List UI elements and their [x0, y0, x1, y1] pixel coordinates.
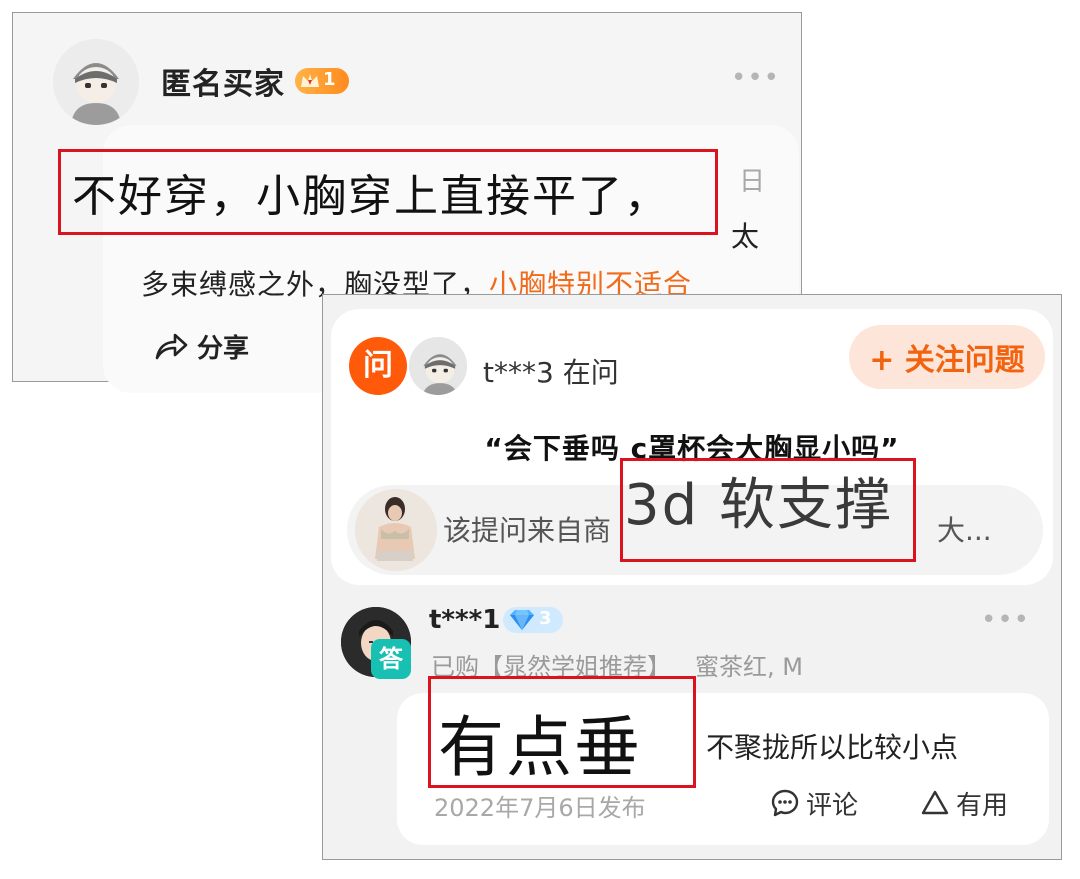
reviewer-avatar[interactable] — [53, 39, 139, 125]
question-source-ellipsis: 大... — [937, 514, 992, 547]
review-text-tail: 太 — [731, 220, 760, 253]
question-source-text: 该提问来自商 — [443, 514, 612, 547]
useful-label: 有用 — [956, 790, 1009, 821]
useful-button[interactable]: 有用 — [920, 786, 1009, 821]
member-level: 1 — [323, 69, 336, 90]
comment-button[interactable]: 评论 — [770, 786, 859, 821]
highlight-box — [620, 458, 916, 562]
comment-label: 评论 — [806, 790, 859, 821]
answer-tag: 答 — [371, 639, 411, 679]
answer-text: 不聚拢所以比较小点 — [706, 731, 959, 764]
asker-avatar[interactable] — [407, 335, 469, 397]
answerer-level-badge: 3 — [503, 607, 563, 633]
share-label: 分享 — [197, 333, 250, 364]
ask-icon: 问 — [349, 337, 407, 395]
comment-icon — [771, 789, 799, 817]
follow-question-button[interactable]: + 关注问题 — [849, 325, 1045, 389]
highlight-box — [428, 676, 696, 788]
share-icon — [155, 333, 188, 360]
product-thumbnail — [355, 489, 437, 571]
purchase-sku: 蜜茶红, M — [695, 653, 803, 681]
answer-date: 2022年7月6日发布 — [434, 794, 646, 822]
useful-triangle-icon — [921, 790, 949, 815]
reviewer-name[interactable]: 匿名买家 — [161, 59, 285, 103]
member-level-badge: 1 — [295, 68, 349, 94]
review-date-fragment: 日 — [739, 167, 766, 197]
share-button[interactable]: 分享 — [153, 329, 250, 364]
answerer-level: 3 — [539, 608, 552, 629]
crown-badge-icon — [301, 74, 319, 87]
diamond-badge-icon — [510, 610, 534, 630]
answerer-name[interactable]: t***1 — [429, 605, 500, 635]
highlight-box — [58, 149, 718, 235]
answer-more-options-icon[interactable]: ••• — [981, 605, 1030, 635]
asker-text[interactable]: t***3 在问 — [483, 351, 619, 391]
more-options-icon[interactable]: ••• — [731, 63, 780, 93]
